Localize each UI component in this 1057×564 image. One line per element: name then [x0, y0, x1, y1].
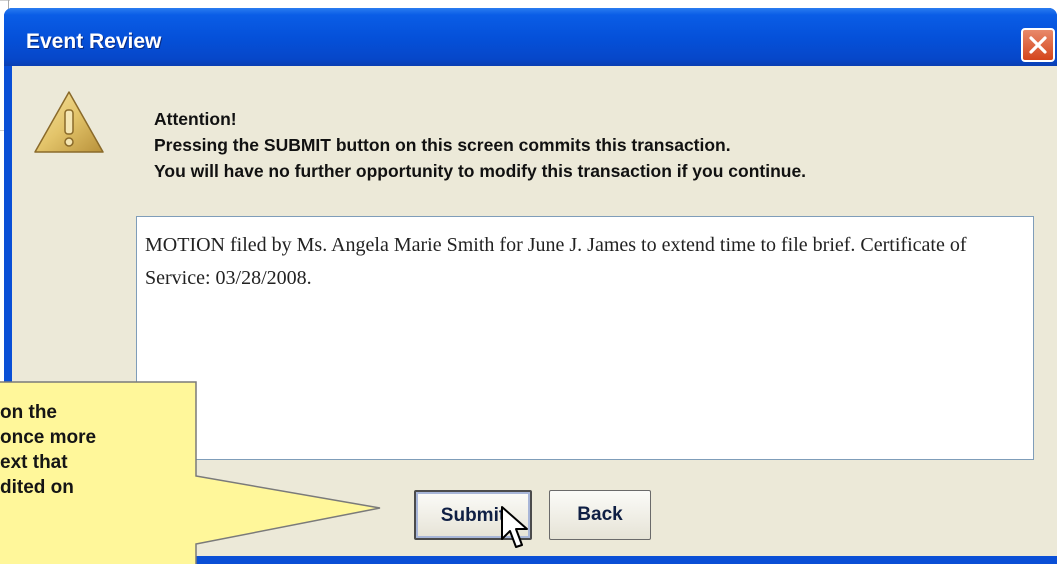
callout-line: once more [0, 427, 97, 448]
back-button[interactable]: Back [549, 490, 651, 540]
message-line-2: You will have no further opportunity to … [154, 161, 807, 181]
dialog-title: Event Review [26, 30, 162, 53]
close-button[interactable] [1021, 28, 1055, 62]
close-icon [1029, 36, 1047, 54]
mouse-pointer-icon [501, 506, 528, 548]
message-line-1: Pressing the SUBMIT button on this scree… [154, 135, 731, 155]
attention-message: Attention! Pressing the SUBMIT button on… [154, 106, 806, 184]
callout-text: on the once more ext that dited on [0, 400, 190, 500]
callout-line: on the [0, 402, 57, 423]
title-bar[interactable]: Event Review [4, 8, 1057, 66]
callout-line: dited on [0, 477, 74, 498]
callout-line: ext that [0, 452, 68, 473]
warning-icon [34, 91, 104, 153]
attention-heading: Attention! [154, 109, 237, 129]
